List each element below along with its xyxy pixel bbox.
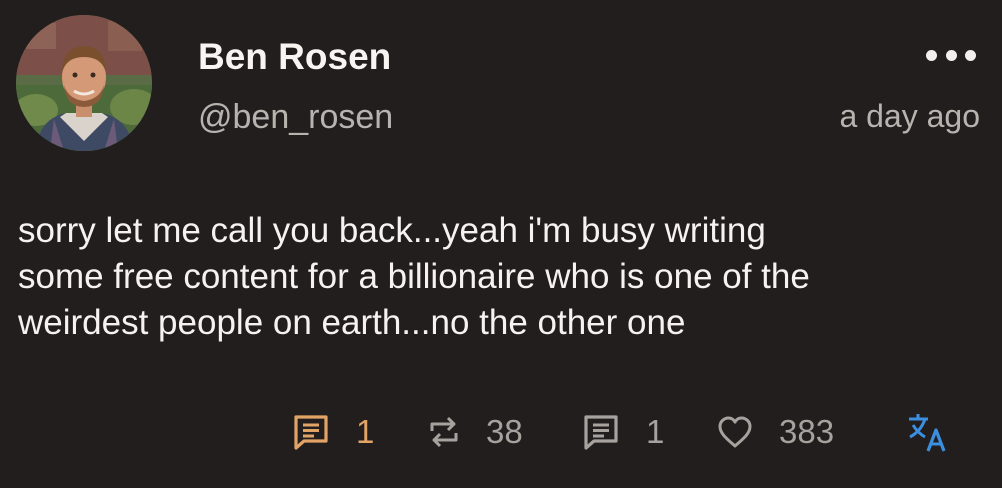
avatar-photo	[16, 15, 152, 151]
comment-icon	[294, 415, 328, 450]
translate-icon	[909, 414, 946, 452]
reposts-count: 38	[486, 413, 523, 450]
translate-button[interactable]	[906, 408, 948, 456]
more-dot	[965, 49, 976, 61]
quotes-count: 1	[646, 413, 665, 450]
quote-button[interactable]: 1	[582, 408, 664, 456]
author-display-name[interactable]: Ben Rosen	[198, 36, 391, 78]
comments-count: 1	[356, 413, 375, 450]
avatar[interactable]	[16, 15, 152, 151]
post-card: Ben Rosen @ben_rosen a day ago sorry let…	[0, 0, 1002, 488]
post-timestamp[interactable]: a day ago	[839, 98, 980, 135]
more-dot	[945, 49, 957, 61]
author-handle[interactable]: @ben_rosen	[198, 98, 393, 137]
like-button[interactable]: 383	[717, 408, 834, 456]
more-horizontal-icon	[926, 49, 937, 61]
heart-icon	[718, 416, 752, 448]
more-options-button[interactable]	[926, 44, 976, 66]
post-text: sorry let me call you back...yeah i'm bu…	[18, 211, 810, 342]
comments-button[interactable]: 1	[292, 408, 374, 456]
quote-icon	[584, 415, 618, 450]
repost-button[interactable]: 38	[428, 408, 523, 456]
post-actions-bar: 1 38 1 383	[0, 408, 1002, 456]
repost-icon	[430, 416, 458, 448]
likes-count: 383	[779, 413, 835, 450]
